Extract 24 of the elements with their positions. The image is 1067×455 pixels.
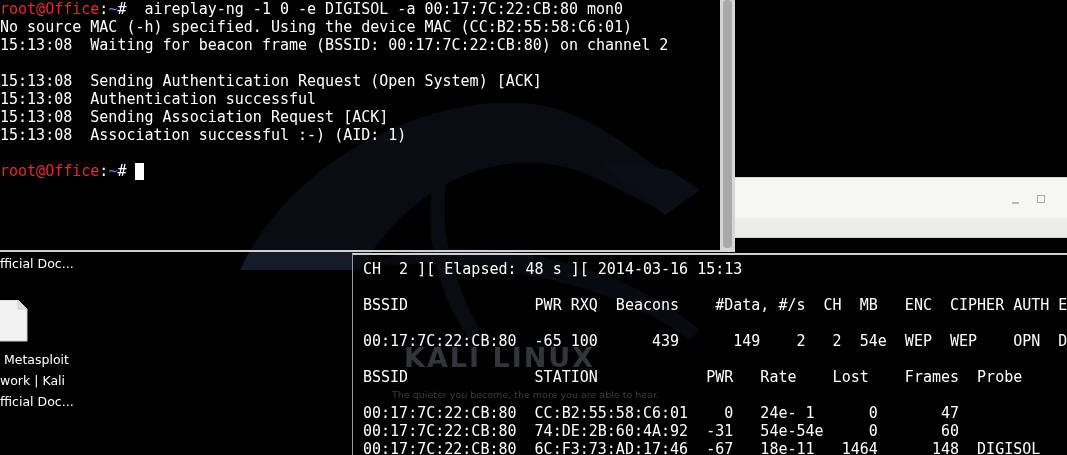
terminal-output-line: BSSID PWR RXQ Beacons #Data, #/s CH MB ENC CIPHER AUTH E — [363, 296, 1067, 314]
terminal-output-line: 15:13:08 Association successful :-) (AID: 1) — [0, 126, 407, 144]
desktop-icon-label[interactable]: fficial Doc... — [0, 391, 74, 412]
desktop-icon-label[interactable]: fficial Doc... — [0, 253, 74, 274]
minimize-icon[interactable] — [1012, 201, 1019, 204]
terminal-output-line: 15:13:08 Sending Association Request [ACK] — [0, 108, 389, 126]
terminal-output-line: 00:17:7C:22:CB:80 6C:F3:73:AD:17:46 -67 18e-11 1464 148 DIGISOL — [363, 440, 1041, 455]
terminal-output-line: 00:17:7C:22:CB:80 74:DE:2B:60:4A:92 -31 54e-54e 0 60 — [363, 422, 960, 440]
terminal-output-line: 15:13:08 Sending Authentication Request (Open System) [ACK] — [0, 72, 542, 90]
terminal-output-line: 15:13:08 Authentication successful — [0, 90, 317, 108]
terminal-output-line: No source MAC (-h) specified. Using the device MAC (CC:B2:55:58:C6:01) — [0, 18, 633, 36]
terminal-output-line: BSSID STATION PWR Rate Lost Frames Probe — [363, 368, 1023, 386]
terminal-output-line: 00:17:7C:22:CB:80 CC:B2:55:58:C6:01 0 24e- 1 0 47 — [363, 404, 960, 422]
terminal-output-line: CH 2 ][ Elapsed: 48 s ][ 2014-03-16 15:13 — [363, 260, 743, 278]
file-icon[interactable] — [0, 300, 28, 342]
terminal-prompt-line: root@Office:~# — [0, 162, 128, 180]
scrollbar-thumb[interactable] — [723, 0, 732, 248]
desktop-icon-label[interactable]: Metasploit — [0, 349, 69, 370]
scrollbar[interactable] — [720, 0, 735, 252]
wallpaper-tagline: The quieter you become, the more you are able to hear. — [392, 389, 659, 401]
maximize-icon[interactable] — [1037, 194, 1045, 203]
desktop-icon-label[interactable]: work | Kali — [0, 370, 65, 391]
terminal-output-line: 15:13:08 Waiting for beacon frame (BSSID: 00:17:7C:22:CB:80) on channel 2 — [0, 36, 669, 54]
terminal-prompt-line: root@Office:~# aireplay-ng -1 0 -e DIGISOL -a 00:17:7C:22:CB:80 mon0 — [0, 0, 624, 18]
